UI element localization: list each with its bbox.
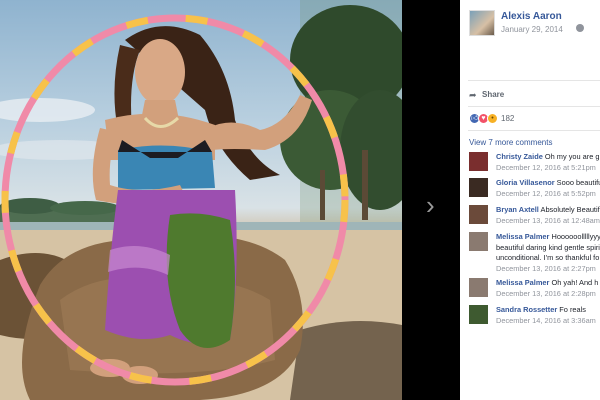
comment-timestamp[interactable]: December 12, 2016 at 5:21pm xyxy=(496,163,600,174)
photo-viewer: › xyxy=(0,0,460,400)
post-timestamp[interactable]: January 29, 2014 xyxy=(501,25,563,34)
author-avatar[interactable] xyxy=(469,10,495,36)
post-details-panel: Alexis Aaron January 29, 2014 ➦ Share 👍︎… xyxy=(460,0,600,400)
share-label: Share xyxy=(482,90,505,99)
post-header: Alexis Aaron January 29, 2014 xyxy=(469,10,600,40)
comment-body: Christy Zaide Oh my you are g December 1… xyxy=(496,152,600,173)
commenter-name[interactable]: Melissa Palmer xyxy=(496,232,549,241)
comment-body: Melissa Palmer Hoooooolllllyyy beautiful… xyxy=(496,232,600,274)
divider xyxy=(468,80,600,81)
comment-timestamp[interactable]: December 13, 2016 at 2:28pm xyxy=(496,289,600,300)
commenter-avatar[interactable] xyxy=(469,232,488,251)
chevron-right-icon: › xyxy=(426,190,435,220)
comment-timestamp[interactable]: December 14, 2016 at 3:36am xyxy=(496,316,600,327)
wow-reaction-icon: • xyxy=(487,113,498,124)
comment-body: Sandra Rossetter Fo reals December 14, 2… xyxy=(496,305,600,326)
comment-text: Sooo beautifu xyxy=(556,178,600,187)
comment-text: Oh yah! And h xyxy=(551,278,599,287)
commenter-avatar[interactable] xyxy=(469,278,488,297)
reaction-count: 182 xyxy=(501,114,515,123)
commenter-avatar[interactable] xyxy=(469,152,488,171)
commenter-name[interactable]: Sandra Rossetter xyxy=(496,305,557,314)
divider xyxy=(468,106,600,107)
commenter-avatar[interactable] xyxy=(469,305,488,324)
comment-timestamp[interactable]: December 13, 2016 at 2:27pm xyxy=(496,264,600,275)
globe-icon xyxy=(576,24,584,32)
divider xyxy=(468,130,600,131)
commenter-name[interactable]: Bryan Axtell xyxy=(496,205,539,214)
commenter-name[interactable]: Christy Zaide xyxy=(496,152,543,161)
share-arrow-icon: ➦ xyxy=(469,90,477,100)
post-photo[interactable] xyxy=(0,0,402,400)
comment-text: Oh my you are g xyxy=(544,152,600,161)
commenter-name[interactable]: Gloria Villasenor xyxy=(496,178,555,187)
comment-body: Gloria Villasenor Sooo beautifu December… xyxy=(496,178,600,199)
photo-illustration xyxy=(0,0,402,400)
comment-text: Absolutely Beautiful xyxy=(540,205,600,214)
commenter-avatar[interactable] xyxy=(469,205,488,224)
comment-body: Bryan Axtell Absolutely Beautiful Decemb… xyxy=(496,205,600,226)
comment-timestamp[interactable]: December 13, 2016 at 12:48am xyxy=(496,216,600,227)
commenter-avatar[interactable] xyxy=(469,178,488,197)
comment-timestamp[interactable]: December 12, 2016 at 5:52pm xyxy=(496,189,600,200)
author-name-link[interactable]: Alexis Aaron xyxy=(501,11,562,22)
next-photo-button[interactable]: › xyxy=(426,190,446,220)
comment-text: Fo reals xyxy=(559,305,586,314)
comment-body: Melissa Palmer Oh yah! And h December 13… xyxy=(496,278,600,299)
commenter-name[interactable]: Melissa Palmer xyxy=(496,278,549,287)
view-more-comments-link[interactable]: View 7 more comments xyxy=(469,138,552,147)
